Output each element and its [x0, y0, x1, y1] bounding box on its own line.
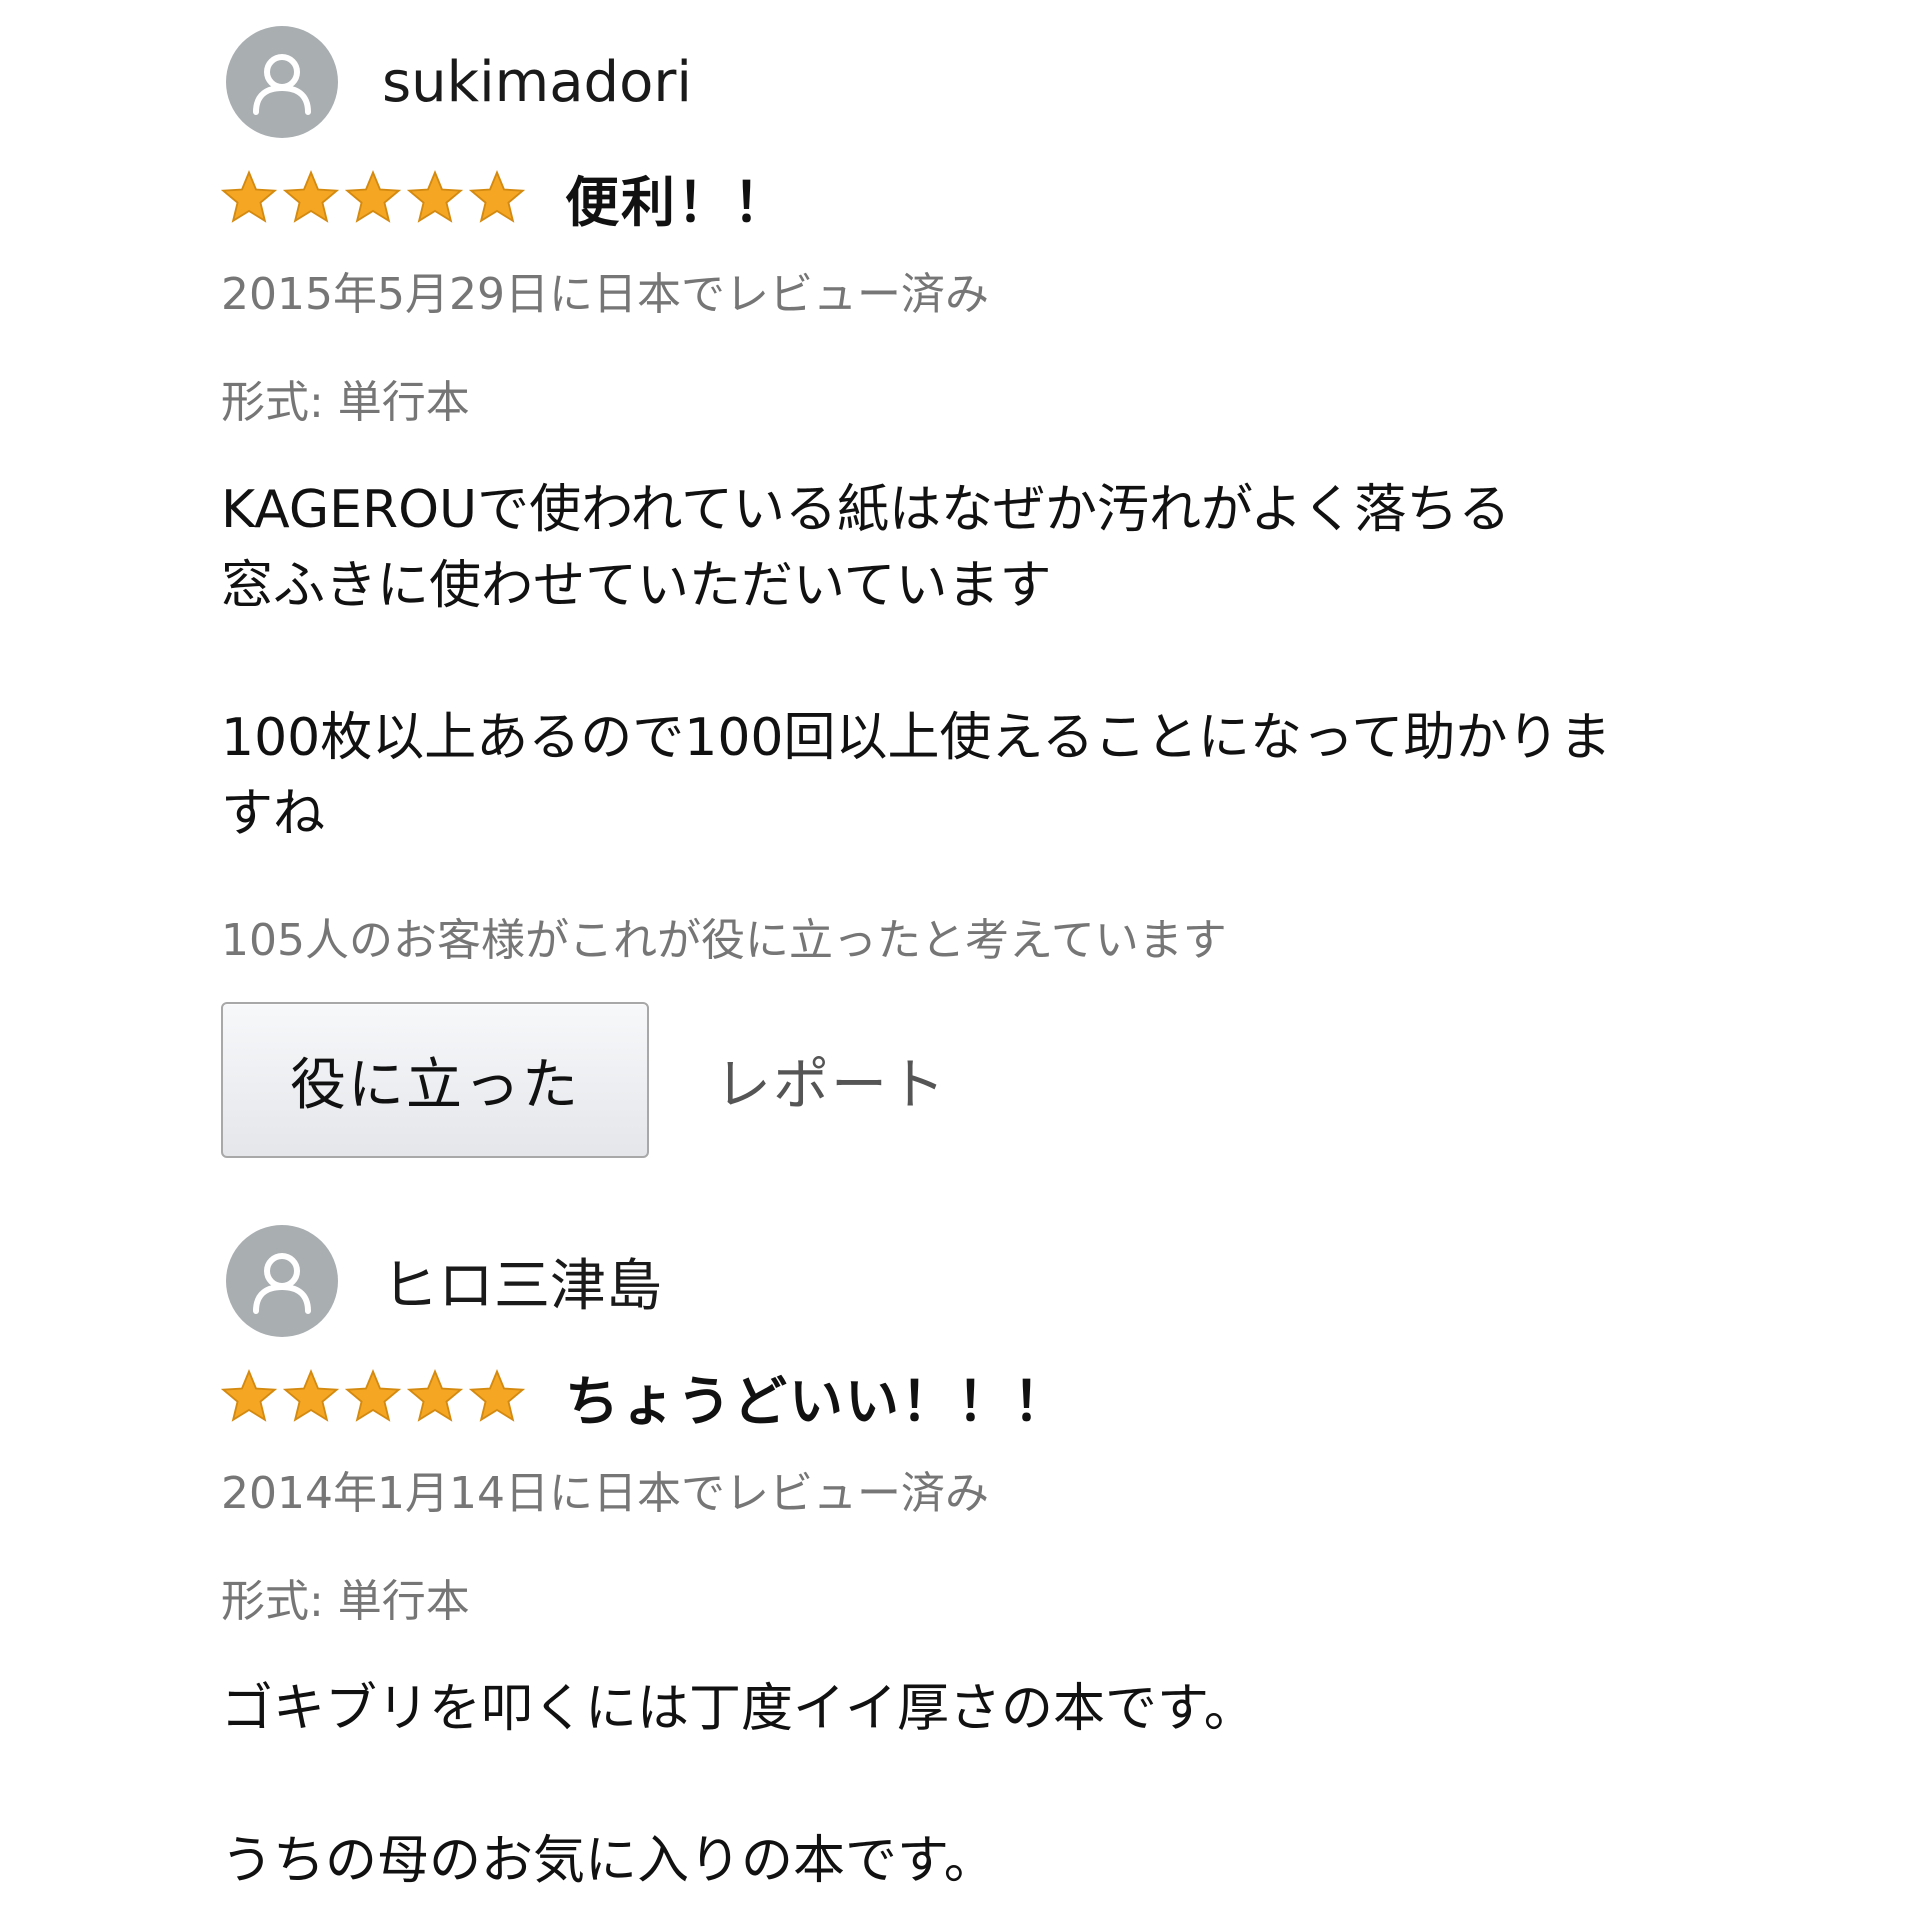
review-format: 形式: 単行本	[221, 377, 470, 428]
report-link[interactable]: レポート	[715, 1040, 947, 1121]
reviewer-name[interactable]: ヒロ三津島	[382, 1241, 662, 1322]
star-icon	[283, 170, 339, 223]
review-card: sukimadori 便利！！ 2015年5月29日に日本でレビュー済み 形式:…	[221, 26, 1721, 1158]
review-title[interactable]: 便利！！	[565, 158, 789, 237]
star-rating[interactable]	[221, 170, 525, 224]
review-card: ヒロ三津島 ちょうどいい！！！ 2014年1月14日に日本でレビュー済み 形式:…	[221, 1225, 1721, 1899]
helpful-count: 105人のお客様がこれが役に立ったと考えています	[221, 915, 1227, 966]
review-actions: 役に立った レポート	[221, 1002, 1721, 1158]
star-icon	[469, 1369, 525, 1422]
review-format: 形式: 単行本	[221, 1576, 470, 1627]
star-icon	[469, 170, 525, 223]
star-icon	[345, 170, 401, 223]
review-title-row: ちょうどいい！！！	[221, 1361, 1721, 1433]
star-icon	[283, 1369, 339, 1422]
review-body: ゴキブリを叩くには丁度イイ厚さの本です。 うちの母のお気に入りの本です。	[221, 1679, 1256, 1891]
user-silhouette-icon	[226, 1225, 338, 1337]
user-silhouette-icon	[226, 26, 338, 138]
review-date: 2015年5月29日に日本でレビュー済み	[221, 269, 989, 320]
reviewer-profile[interactable]: ヒロ三津島	[221, 1225, 1721, 1337]
star-icon	[345, 1369, 401, 1422]
review-body: KAGEROUで使われている紙はなぜか汚れがよく落ちる 窓ふきに使わせていただい…	[221, 480, 1612, 844]
star-icon	[407, 1369, 463, 1422]
reviewer-profile[interactable]: sukimadori	[221, 26, 1721, 138]
review-date: 2014年1月14日に日本でレビュー済み	[221, 1468, 989, 1519]
star-icon	[221, 1369, 277, 1422]
star-icon	[407, 170, 463, 223]
review-title-row: 便利！！	[221, 162, 1721, 234]
helpful-button[interactable]: 役に立った	[221, 1002, 649, 1158]
review-title[interactable]: ちょうどいい！！！	[565, 1357, 1069, 1436]
reviewer-name[interactable]: sukimadori	[382, 50, 692, 115]
star-icon	[221, 170, 277, 223]
star-rating[interactable]	[221, 1369, 525, 1423]
